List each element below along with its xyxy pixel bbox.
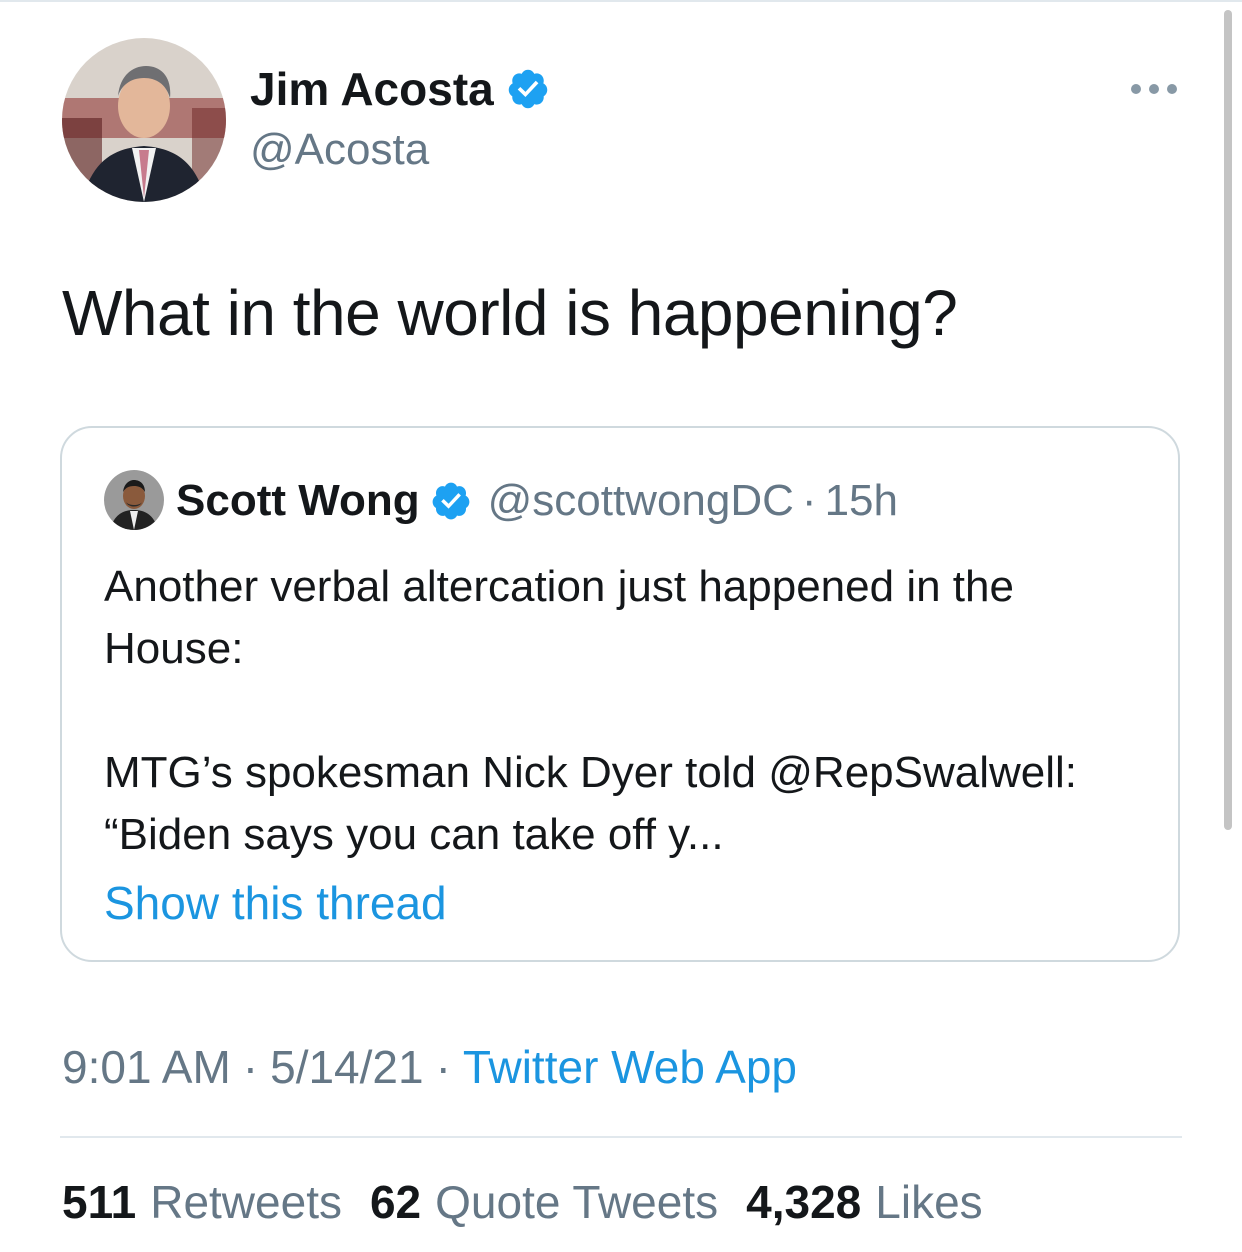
more-horizontal-icon (1131, 84, 1177, 94)
quoted-text-line: Another verbal altercation just happened… (104, 562, 1014, 673)
author-avatar[interactable] (62, 38, 226, 202)
show-thread-link[interactable]: Show this thread (104, 876, 447, 930)
tweet-meta: 9:01 AM · 5/14/21 · Twitter Web App (62, 1040, 797, 1094)
retweets-label: Retweets (150, 1176, 342, 1228)
separator-dot: · (242, 1041, 259, 1093)
likes-stat[interactable]: 4,328 Likes (746, 1175, 983, 1229)
quoted-author-avatar[interactable] (104, 470, 164, 530)
quote-tweets-label: Quote Tweets (435, 1176, 719, 1228)
tweet-date: 5/14/21 (270, 1041, 424, 1093)
quoted-tweet-card[interactable]: Scott Wong @scottwongDC · 15h Another ve… (60, 426, 1180, 962)
separator-dot: · (435, 1041, 451, 1093)
quoted-tweet-time[interactable]: 15h (825, 476, 898, 526)
tweet-time: 9:01 AM (62, 1041, 231, 1093)
quote-tweets-stat[interactable]: 62 Quote Tweets (370, 1175, 718, 1229)
scrollbar[interactable] (1224, 10, 1232, 830)
stats-divider (60, 1136, 1182, 1138)
quoted-tweet-text: Another verbal altercation just happened… (104, 556, 1154, 866)
quoted-author-handle[interactable]: @scottwongDC (488, 476, 794, 526)
author-handle[interactable]: @Acosta (250, 125, 429, 175)
author-name-row[interactable]: Jim Acosta (250, 62, 550, 116)
tweet-stats: 511 Retweets 62 Quote Tweets 4,328 Likes (62, 1175, 1011, 1229)
likes-count: 4,328 (746, 1176, 862, 1228)
tweet-source-link[interactable]: Twitter Web App (463, 1040, 797, 1094)
retweets-count: 511 (62, 1176, 137, 1228)
likes-label: Likes (875, 1176, 983, 1228)
verified-badge-icon (430, 480, 472, 522)
quoted-text-line: MTG’s spokesman Nick Dyer told @RepSwalw… (104, 748, 1078, 859)
top-divider (0, 0, 1242, 2)
quoted-tweet-header: Scott Wong @scottwongDC · 15h (176, 476, 898, 526)
quote-tweets-count: 62 (369, 1176, 422, 1228)
quoted-author-name[interactable]: Scott Wong (176, 476, 420, 526)
more-options-button[interactable] (1128, 74, 1180, 104)
tweet-text: What in the world is happening? (62, 277, 958, 349)
retweets-stat[interactable]: 511 Retweets (62, 1175, 342, 1229)
verified-badge-icon (506, 67, 550, 111)
separator-dot: · (801, 476, 817, 525)
author-name[interactable]: Jim Acosta (250, 62, 494, 116)
